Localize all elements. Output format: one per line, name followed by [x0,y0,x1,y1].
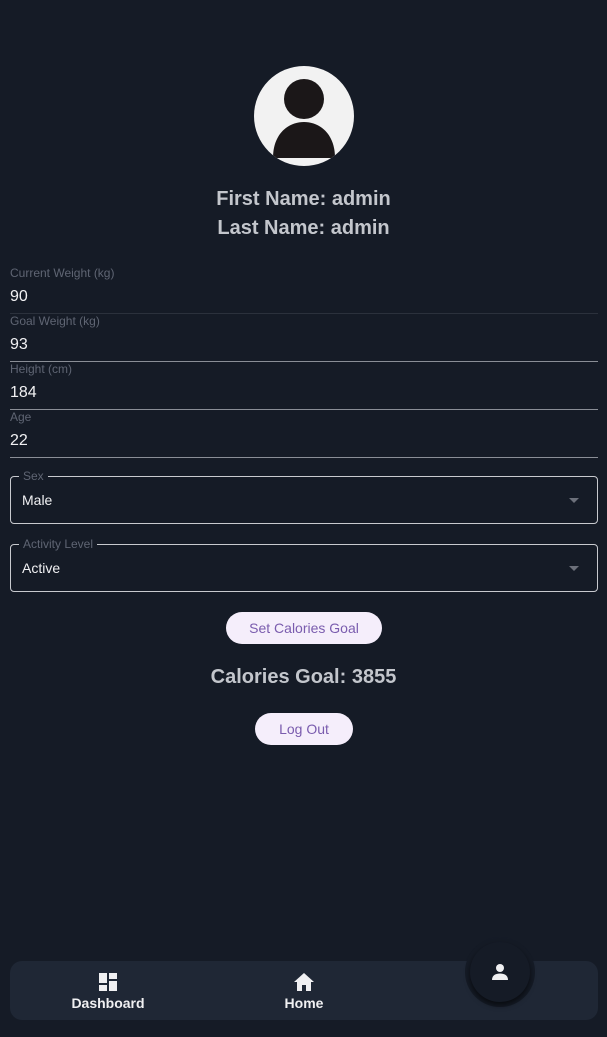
nav-item-dashboard[interactable]: Dashboard [10,961,206,1020]
height-underline [10,409,598,410]
dashboard-icon [99,973,117,991]
goal-weight-label: Goal Weight (kg) [10,314,100,328]
sex-select-value: Male [22,492,53,508]
current-weight-label: Current Weight (kg) [10,266,115,280]
last-name: Last Name: admin [217,217,390,239]
user-silhouette-icon [273,79,335,158]
chevron-down-icon [569,498,579,503]
height-label: Height (cm) [10,362,73,376]
nav-item-profile[interactable] [465,937,535,1007]
profile-fab[interactable] [470,942,530,1002]
first-name: First Name: admin [216,188,391,210]
age-input[interactable] [10,426,598,456]
nav-label-home: Home [284,995,324,1011]
person-icon [492,964,508,980]
chevron-down-icon [569,566,579,571]
age-underline [10,457,598,458]
sex-select[interactable]: Sex Male [10,469,598,524]
activity-level-value: Active [22,560,61,576]
home-icon [294,973,314,991]
age-label: Age [10,410,32,424]
height-input[interactable] [10,378,598,408]
goal-weight-underline [10,361,598,362]
activity-level-label: Activity Level [19,537,98,551]
goal-weight-input[interactable] [10,330,598,360]
calories-goal-text: Calories Goal: 3855 [210,666,397,688]
avatar [254,66,354,166]
nav-item-home[interactable]: Home [206,961,402,1020]
sex-select-label: Sex [19,469,48,483]
set-calories-goal-button[interactable]: Set Calories Goal [226,612,382,644]
nav-label-dashboard: Dashboard [71,995,145,1011]
current-weight-input[interactable] [10,282,598,312]
activity-level-select[interactable]: Activity Level Active [10,537,598,592]
logout-button[interactable]: Log Out [255,713,353,745]
